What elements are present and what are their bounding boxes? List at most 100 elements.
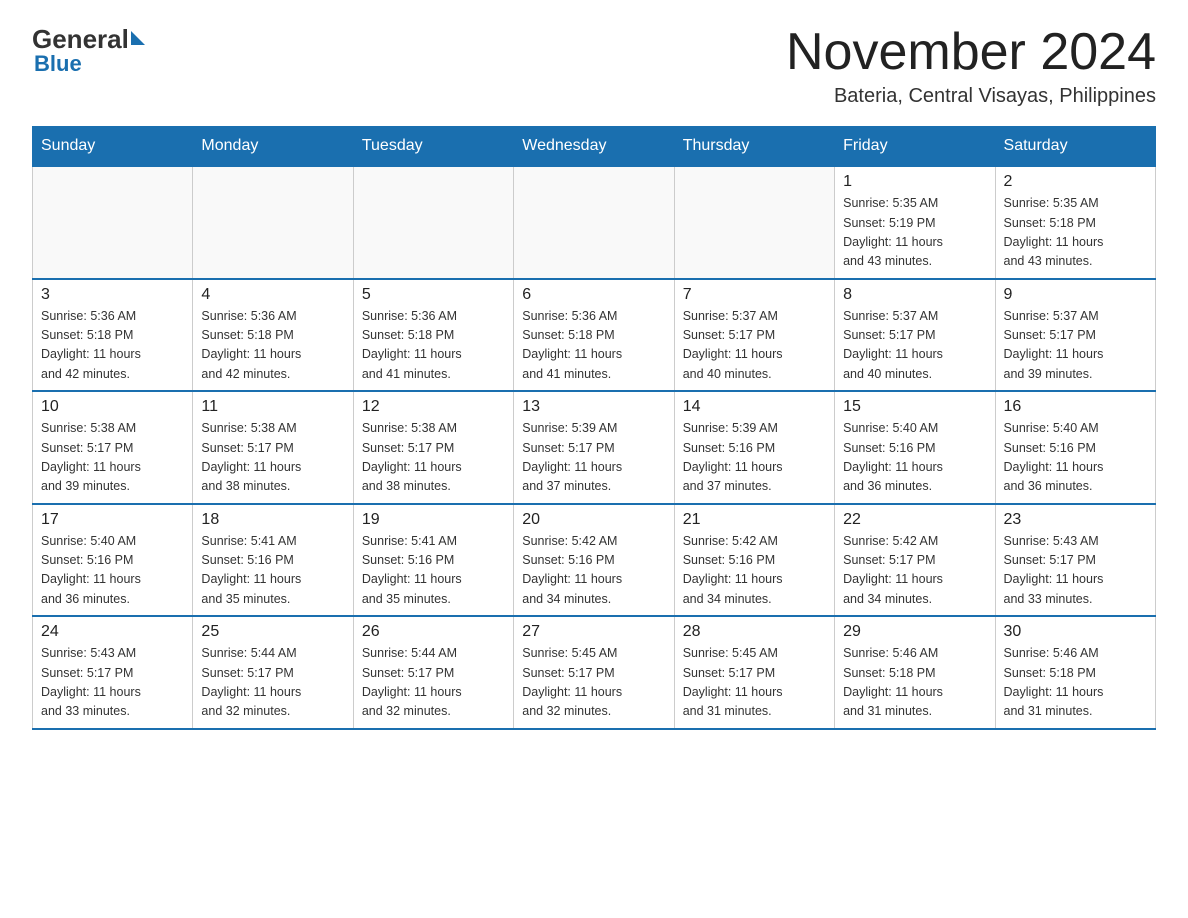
day-number: 23: [1004, 511, 1147, 529]
calendar-cell: 15 Sunrise: 5:40 AMSunset: 5:16 PMDayligh…: [835, 391, 995, 504]
day-info: Sunrise: 5:38 AMSunset: 5:17 PMDaylight:…: [201, 419, 344, 497]
day-info: Sunrise: 5:38 AMSunset: 5:17 PMDaylight:…: [362, 419, 505, 497]
day-number: 9: [1004, 286, 1147, 304]
day-number: 1: [843, 173, 986, 191]
calendar-cell: 9 Sunrise: 5:37 AMSunset: 5:17 PMDaylight…: [995, 279, 1155, 392]
calendar-cell: 18 Sunrise: 5:41 AMSunset: 5:16 PMDayligh…: [193, 504, 353, 617]
calendar-week-5: 24 Sunrise: 5:43 AMSunset: 5:17 PMDayligh…: [33, 616, 1156, 729]
calendar-cell: 10 Sunrise: 5:38 AMSunset: 5:17 PMDayligh…: [33, 391, 193, 504]
calendar-cell: 24 Sunrise: 5:43 AMSunset: 5:17 PMDayligh…: [33, 616, 193, 729]
location-subtitle: Bateria, Central Visayas, Philippines: [786, 85, 1156, 108]
day-number: 30: [1004, 623, 1147, 641]
calendar-cell: 23 Sunrise: 5:43 AMSunset: 5:17 PMDayligh…: [995, 504, 1155, 617]
weekday-header-sunday: Sunday: [33, 127, 193, 167]
calendar-cell: 30 Sunrise: 5:46 AMSunset: 5:18 PMDayligh…: [995, 616, 1155, 729]
calendar-cell: 22 Sunrise: 5:42 AMSunset: 5:17 PMDayligh…: [835, 504, 995, 617]
day-info: Sunrise: 5:43 AMSunset: 5:17 PMDaylight:…: [41, 644, 184, 722]
day-number: 4: [201, 286, 344, 304]
title-block: November 2024 Bateria, Central Visayas, …: [786, 24, 1156, 108]
calendar-cell: [193, 166, 353, 279]
day-number: 29: [843, 623, 986, 641]
weekday-header-wednesday: Wednesday: [514, 127, 674, 167]
day-number: 26: [362, 623, 505, 641]
day-number: 10: [41, 398, 184, 416]
calendar-cell: 12 Sunrise: 5:38 AMSunset: 5:17 PMDayligh…: [353, 391, 513, 504]
calendar-week-4: 17Sunrise: 5:40 AMSunset: 5:16 PMDayligh…: [33, 504, 1156, 617]
calendar-cell: 6 Sunrise: 5:36 AMSunset: 5:18 PMDaylight…: [514, 279, 674, 392]
calendar-cell: 19 Sunrise: 5:41 AMSunset: 5:16 PMDayligh…: [353, 504, 513, 617]
day-number: 6: [522, 286, 665, 304]
weekday-header-friday: Friday: [835, 127, 995, 167]
logo-blue: Blue: [34, 51, 82, 77]
day-info: Sunrise: 5:42 AMSunset: 5:16 PMDaylight:…: [522, 532, 665, 610]
calendar-week-3: 10 Sunrise: 5:38 AMSunset: 5:17 PMDayligh…: [33, 391, 1156, 504]
calendar-cell: [353, 166, 513, 279]
calendar-cell: 21Sunrise: 5:42 AMSunset: 5:16 PMDayligh…: [674, 504, 834, 617]
calendar-cell: [674, 166, 834, 279]
weekday-header-monday: Monday: [193, 127, 353, 167]
day-number: 28: [683, 623, 826, 641]
day-number: 18: [201, 511, 344, 529]
day-info: Sunrise: 5:36 AMSunset: 5:18 PMDaylight:…: [41, 307, 184, 385]
calendar-cell: 4 Sunrise: 5:36 AMSunset: 5:18 PMDaylight…: [193, 279, 353, 392]
day-info: Sunrise: 5:41 AMSunset: 5:16 PMDaylight:…: [201, 532, 344, 610]
day-info: Sunrise: 5:44 AMSunset: 5:17 PMDaylight:…: [201, 644, 344, 722]
day-number: 3: [41, 286, 184, 304]
calendar-cell: 3 Sunrise: 5:36 AMSunset: 5:18 PMDaylight…: [33, 279, 193, 392]
calendar-header-row: SundayMondayTuesdayWednesdayThursdayFrid…: [33, 127, 1156, 167]
day-number: 19: [362, 511, 505, 529]
day-number: 21: [683, 511, 826, 529]
day-info: Sunrise: 5:40 AMSunset: 5:16 PMDaylight:…: [1004, 419, 1147, 497]
day-number: 15: [843, 398, 986, 416]
day-info: Sunrise: 5:36 AMSunset: 5:18 PMDaylight:…: [201, 307, 344, 385]
calendar-cell: [33, 166, 193, 279]
day-info: Sunrise: 5:41 AMSunset: 5:16 PMDaylight:…: [362, 532, 505, 610]
day-info: Sunrise: 5:46 AMSunset: 5:18 PMDaylight:…: [843, 644, 986, 722]
day-info: Sunrise: 5:37 AMSunset: 5:17 PMDaylight:…: [1004, 307, 1147, 385]
calendar-table: SundayMondayTuesdayWednesdayThursdayFrid…: [32, 126, 1156, 730]
page-header: General Blue November 2024 Bateria, Cent…: [32, 24, 1156, 108]
calendar-cell: 27 Sunrise: 5:45 AMSunset: 5:17 PMDayligh…: [514, 616, 674, 729]
calendar-cell: 28Sunrise: 5:45 AMSunset: 5:17 PMDayligh…: [674, 616, 834, 729]
day-number: 11: [201, 398, 344, 416]
day-info: Sunrise: 5:35 AMSunset: 5:18 PMDaylight:…: [1004, 194, 1147, 272]
weekday-header-saturday: Saturday: [995, 127, 1155, 167]
day-info: Sunrise: 5:43 AMSunset: 5:17 PMDaylight:…: [1004, 532, 1147, 610]
day-info: Sunrise: 5:39 AMSunset: 5:16 PMDaylight:…: [683, 419, 826, 497]
weekday-header-tuesday: Tuesday: [353, 127, 513, 167]
logo: General Blue: [32, 24, 145, 77]
day-info: Sunrise: 5:36 AMSunset: 5:18 PMDaylight:…: [522, 307, 665, 385]
day-info: Sunrise: 5:37 AMSunset: 5:17 PMDaylight:…: [843, 307, 986, 385]
day-number: 2: [1004, 173, 1147, 191]
calendar-week-2: 3 Sunrise: 5:36 AMSunset: 5:18 PMDaylight…: [33, 279, 1156, 392]
day-number: 5: [362, 286, 505, 304]
day-number: 12: [362, 398, 505, 416]
day-info: Sunrise: 5:37 AMSunset: 5:17 PMDaylight:…: [683, 307, 826, 385]
calendar-cell: 2 Sunrise: 5:35 AMSunset: 5:18 PMDaylight…: [995, 166, 1155, 279]
calendar-cell: 29 Sunrise: 5:46 AMSunset: 5:18 PMDayligh…: [835, 616, 995, 729]
day-number: 24: [41, 623, 184, 641]
logo-triangle-icon: [131, 31, 145, 45]
day-info: Sunrise: 5:40 AMSunset: 5:16 PMDaylight:…: [843, 419, 986, 497]
day-info: Sunrise: 5:36 AMSunset: 5:18 PMDaylight:…: [362, 307, 505, 385]
calendar-cell: 17Sunrise: 5:40 AMSunset: 5:16 PMDayligh…: [33, 504, 193, 617]
day-info: Sunrise: 5:42 AMSunset: 5:17 PMDaylight:…: [843, 532, 986, 610]
day-number: 27: [522, 623, 665, 641]
day-info: Sunrise: 5:45 AMSunset: 5:17 PMDaylight:…: [522, 644, 665, 722]
day-number: 14: [683, 398, 826, 416]
day-number: 22: [843, 511, 986, 529]
weekday-header-thursday: Thursday: [674, 127, 834, 167]
day-number: 13: [522, 398, 665, 416]
calendar-cell: 25 Sunrise: 5:44 AMSunset: 5:17 PMDayligh…: [193, 616, 353, 729]
calendar-cell: 5 Sunrise: 5:36 AMSunset: 5:18 PMDaylight…: [353, 279, 513, 392]
day-number: 25: [201, 623, 344, 641]
day-info: Sunrise: 5:38 AMSunset: 5:17 PMDaylight:…: [41, 419, 184, 497]
day-number: 7: [683, 286, 826, 304]
day-number: 20: [522, 511, 665, 529]
day-number: 8: [843, 286, 986, 304]
calendar-cell: 20 Sunrise: 5:42 AMSunset: 5:16 PMDayligh…: [514, 504, 674, 617]
calendar-cell: 13 Sunrise: 5:39 AMSunset: 5:17 PMDayligh…: [514, 391, 674, 504]
day-info: Sunrise: 5:44 AMSunset: 5:17 PMDaylight:…: [362, 644, 505, 722]
day-info: Sunrise: 5:46 AMSunset: 5:18 PMDaylight:…: [1004, 644, 1147, 722]
day-info: Sunrise: 5:39 AMSunset: 5:17 PMDaylight:…: [522, 419, 665, 497]
